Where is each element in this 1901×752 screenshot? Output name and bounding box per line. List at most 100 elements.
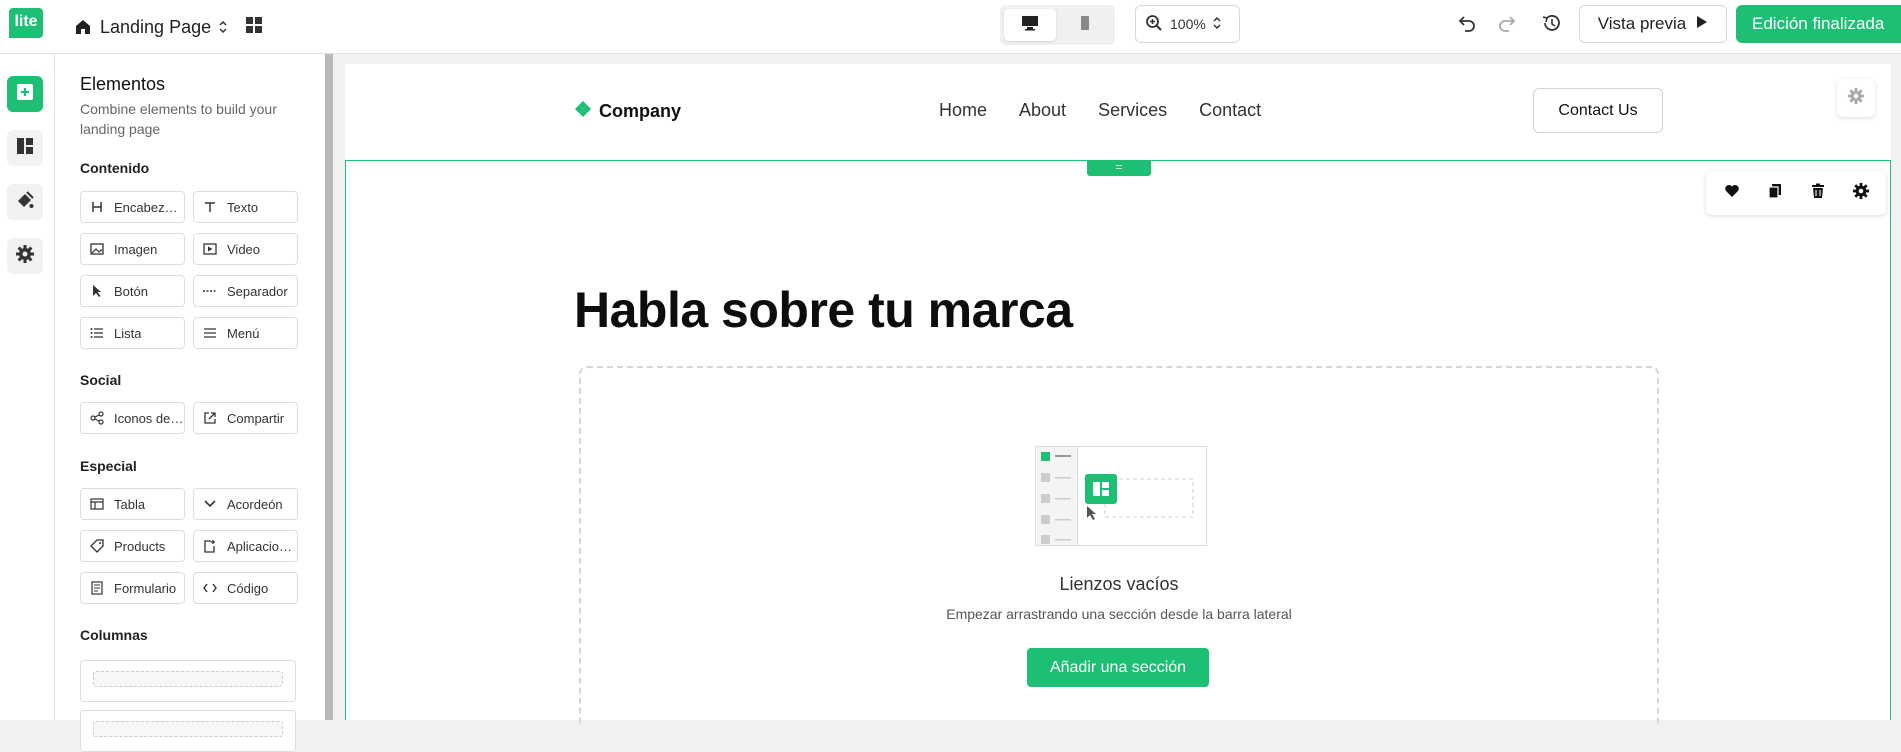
settings-icon [1847, 87, 1865, 110]
menu-icon [203, 326, 217, 340]
rail-add-elements[interactable] [7, 76, 43, 112]
panel-resize-handle[interactable] [325, 54, 333, 720]
device-toggle [1000, 5, 1115, 45]
duplicate-button[interactable] [1757, 175, 1793, 211]
contact-us-button[interactable]: Contact Us [1533, 88, 1663, 133]
play-icon [1696, 14, 1708, 34]
element-label: Menú [227, 325, 260, 341]
empty-drop-zone[interactable]: Lienzos vacíos Empezar arrastrando una s… [579, 366, 1659, 726]
share-nodes-icon [90, 411, 104, 425]
mobile-view-button[interactable] [1060, 9, 1112, 41]
text-icon [203, 200, 217, 214]
form-icon [90, 581, 104, 595]
element-products[interactable]: Products [80, 530, 185, 562]
section-toolbar [1706, 171, 1886, 215]
element-label: Separador [227, 283, 288, 299]
image-icon [90, 242, 104, 256]
tag-icon [90, 539, 104, 553]
section-headline[interactable]: Habla sobre tu marca [574, 281, 1073, 339]
layout-icon [16, 137, 34, 160]
column-layout-one[interactable] [80, 660, 296, 702]
left-rail [0, 54, 55, 720]
rail-settings[interactable] [7, 238, 43, 274]
section-settings-button[interactable] [1843, 175, 1879, 211]
undo-button[interactable] [1454, 12, 1480, 38]
home-icon [74, 18, 92, 36]
nav-link-contact[interactable]: Contact [1199, 100, 1261, 121]
element-apps[interactable]: Aplicaciones [193, 530, 298, 562]
page-selector[interactable]: Landing Page [74, 12, 227, 42]
rail-layout[interactable] [7, 130, 43, 166]
nav-link-home[interactable]: Home [939, 100, 987, 121]
element-label: Texto [227, 199, 259, 215]
preview-button[interactable]: Vista previa [1579, 5, 1727, 43]
heading-icon [90, 200, 104, 214]
column-layout-two[interactable] [80, 710, 296, 752]
element-list[interactable]: Lista [80, 317, 185, 349]
column-placeholder [93, 721, 283, 737]
trash-icon [1811, 183, 1825, 204]
favorite-button[interactable] [1714, 175, 1750, 211]
selected-section[interactable]: = Habla sobre tu marca Lienzos vacíos Em… [345, 160, 1891, 726]
desktop-icon [1021, 15, 1039, 36]
preview-label: Vista previa [1597, 14, 1687, 33]
grid-icon[interactable] [242, 13, 266, 37]
element-code[interactable]: Código [193, 572, 298, 604]
section-drag-handle[interactable]: = [1087, 160, 1151, 176]
nav-link-about[interactable]: About [1019, 100, 1066, 121]
add-section-button[interactable]: Añadir una sección [1027, 648, 1209, 687]
rail-design[interactable] [7, 184, 43, 220]
site-nav: Home About Services Contact [939, 100, 1261, 121]
site-brand: Company [574, 100, 681, 123]
header-settings-button[interactable] [1837, 79, 1875, 117]
external-link-icon [203, 411, 217, 425]
add-element-icon [16, 83, 34, 106]
diamond-logo-icon [574, 100, 592, 123]
done-editing-button[interactable]: Edición finalizada [1736, 5, 1901, 43]
element-label: Lista [114, 325, 142, 341]
element-label: Aplicaciones [227, 538, 297, 554]
element-heading[interactable]: Encabezado [80, 191, 185, 223]
element-label: Iconos de redes [114, 410, 184, 426]
zoom-in-icon [1145, 14, 1163, 35]
history-button[interactable] [1538, 12, 1564, 38]
element-video[interactable]: Video [193, 233, 298, 265]
undo-icon [1457, 13, 1477, 38]
zoom-selector[interactable]: 100% [1135, 5, 1240, 43]
section-title-columnas: Columnas [80, 627, 148, 643]
page-name: Landing Page [100, 16, 212, 37]
redo-button[interactable] [1494, 12, 1520, 38]
chevron-updown-icon [219, 21, 227, 33]
element-label: Compartir [227, 410, 285, 426]
element-text[interactable]: Texto [193, 191, 298, 223]
code-icon [203, 581, 217, 595]
editor-canvas: Company Home About Services Contact Cont… [345, 64, 1891, 726]
element-menu[interactable]: Menú [193, 317, 298, 349]
copy-icon [1767, 183, 1782, 204]
paint-icon [15, 190, 35, 215]
element-divider[interactable]: Separador [193, 275, 298, 307]
panel-title: Elementos [80, 74, 166, 94]
element-button[interactable]: Botón [80, 275, 185, 307]
element-label: Código [227, 580, 269, 596]
section-title-especial: Especial [80, 458, 137, 474]
delete-button[interactable] [1800, 175, 1836, 211]
zoom-value: 100% [1170, 16, 1206, 32]
history-icon [1541, 13, 1561, 38]
empty-state-title: Lienzos vacíos [1059, 574, 1179, 594]
element-social-icons[interactable]: Iconos de redes [80, 402, 185, 434]
element-accordion[interactable]: Acordeón [193, 488, 298, 520]
element-image[interactable]: Imagen [80, 233, 185, 265]
desktop-view-button[interactable] [1004, 9, 1056, 41]
element-table[interactable]: Tabla [80, 488, 185, 520]
chevron-down-icon [203, 497, 217, 511]
element-share[interactable]: Compartir [193, 402, 298, 434]
app-logo[interactable]: lite [9, 8, 43, 38]
element-label: Encabezado [114, 199, 184, 215]
site-header[interactable]: Company Home About Services Contact Cont… [345, 64, 1891, 160]
nav-link-services[interactable]: Services [1098, 100, 1167, 121]
element-label: Products [114, 538, 166, 554]
element-label: Imagen [114, 241, 158, 257]
chevron-updown-icon [1213, 16, 1221, 32]
element-form[interactable]: Formulario [80, 572, 185, 604]
